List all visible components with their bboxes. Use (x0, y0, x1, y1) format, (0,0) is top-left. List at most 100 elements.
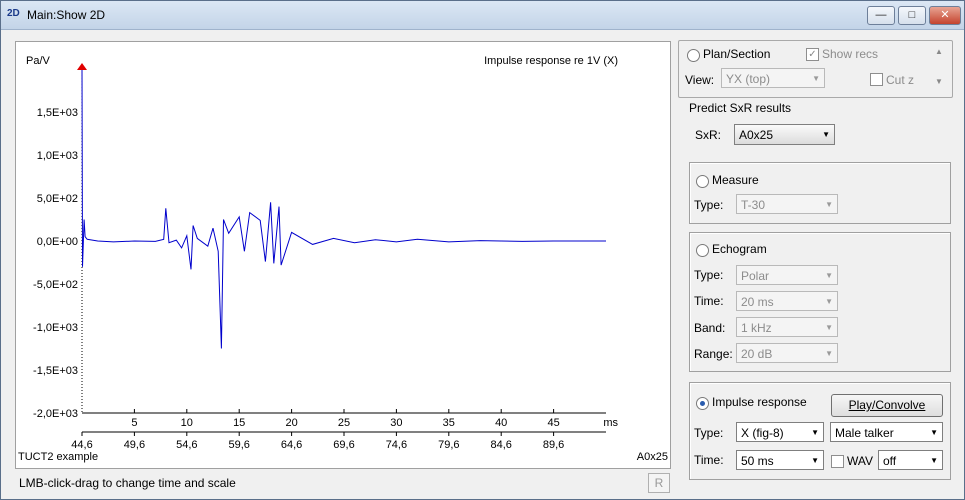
x-tick-label: 20 (285, 417, 297, 429)
status-hint: LMB-click-drag to change time and scale (19, 476, 236, 490)
echogram-group: Echogram Type: Polar ▼ Time: 20 ms ▼ Band:… (689, 232, 951, 372)
wav-select[interactable]: off ▼ (878, 450, 943, 470)
view-value: YX (top) (726, 72, 771, 86)
minimize-button[interactable]: — (867, 6, 895, 25)
x-secondary-tick-label: 74,6 (386, 439, 407, 451)
chevron-down-icon: ▼ (825, 271, 833, 280)
y-tick-label: 5,0E+02 (37, 193, 78, 205)
cut-z-label: Cut z (886, 73, 915, 87)
x-tick-label: 5 (131, 417, 137, 429)
impulse-response-radio[interactable] (696, 397, 709, 410)
ir-time-select[interactable]: 50 ms ▼ (736, 450, 824, 470)
y-tick-label: 0,0E+00 (37, 236, 78, 248)
x-tick-label: 45 (547, 417, 559, 429)
title-bar[interactable]: 2D Main:Show 2D — □ ✕ (1, 1, 964, 30)
play-convolve-button[interactable]: Play/Convolve (831, 394, 943, 417)
measure-label: Measure (712, 173, 759, 187)
echogram-label: Echogram (712, 242, 767, 256)
cut-z-checkbox[interactable] (870, 73, 883, 86)
sxr-label: SxR: (695, 128, 722, 142)
show-recs-checkbox[interactable]: ✓ (806, 48, 819, 61)
echo-type-value: Polar (741, 269, 770, 283)
x-secondary-tick-label: 69,6 (333, 439, 354, 451)
maximize-button[interactable]: □ (898, 6, 926, 25)
ir-time-value: 50 ms (741, 454, 774, 468)
view-label: View: (685, 73, 715, 87)
scroll-down-icon[interactable]: ▼ (931, 77, 947, 86)
measure-type-value: T-30 (741, 198, 766, 212)
chevron-down-icon: ▼ (825, 200, 833, 209)
chevron-down-icon: ▼ (822, 130, 830, 139)
chevron-down-icon: ▼ (930, 456, 938, 465)
ir-type-value: X (fig-8) (741, 426, 784, 440)
y-tick-label: 1,0E+03 (37, 150, 78, 162)
x-secondary-tick-label: 54,6 (176, 439, 197, 451)
x-tick-label: 15 (233, 417, 245, 429)
sxr-value: A0x25 (739, 128, 774, 142)
wav-checkbox[interactable] (831, 455, 844, 468)
y-tick-label: -1,0E+03 (33, 322, 78, 334)
plan-section-radio[interactable] (687, 49, 700, 62)
talker-select[interactable]: Male talker ▼ (830, 422, 943, 442)
plan-section-group: Plan/Section ✓ Show recs View: YX (top) ▼… (678, 40, 953, 98)
reset-button[interactable]: R (648, 473, 670, 493)
chevron-down-icon: ▼ (825, 349, 833, 358)
echo-type-label: Type: (694, 268, 724, 282)
echo-type-select[interactable]: Polar ▼ (736, 265, 838, 285)
app-icon: 2D (7, 8, 20, 19)
chevron-down-icon: ▼ (811, 428, 819, 437)
play-convolve-label: Play/Convolve (848, 398, 926, 412)
chart-title: Impulse response re 1V (X) (484, 55, 618, 67)
talker-value: Male talker (835, 426, 894, 440)
x-secondary-tick-label: 84,6 (490, 439, 511, 451)
show-recs-label: Show recs (822, 47, 879, 61)
y-tick-label: 1,5E+03 (37, 107, 78, 119)
chevron-down-icon: ▼ (930, 428, 938, 437)
measure-radio[interactable] (696, 175, 709, 188)
plan-section-label: Plan/Section (703, 47, 771, 61)
measure-group: Measure Type: T-30 ▼ (689, 162, 951, 224)
sxr-select[interactable]: A0x25 ▼ (734, 124, 835, 145)
series-trace (81, 68, 606, 349)
echo-band-select[interactable]: 1 kHz ▼ (736, 317, 838, 337)
x-unit-label: ms (603, 417, 618, 429)
y-axis-label: Pa/V (26, 55, 50, 67)
time-marker-icon[interactable] (77, 63, 87, 70)
echo-time-select[interactable]: 20 ms ▼ (736, 291, 838, 311)
plot-area[interactable]: 1,5E+03 1,0E+03 5,0E+02 0,0E+00 -5,0E+02 -1,0… (15, 41, 671, 469)
impulse-response-chart[interactable]: 1,5E+03 1,0E+03 5,0E+02 0,0E+00 -5,0E+02 -1,0… (16, 42, 670, 468)
project-name: TUCT2 example (18, 451, 99, 463)
y-tick-label: -2,0E+03 (33, 408, 78, 420)
ir-type-select[interactable]: X (fig-8) ▼ (736, 422, 824, 442)
wav-value: off (883, 454, 897, 468)
main-window: 2D Main:Show 2D — □ ✕ 1,5E+03 1,0E+03 5,0E… (0, 0, 965, 500)
echogram-radio[interactable] (696, 244, 709, 257)
x-tick-label: 30 (390, 417, 402, 429)
x-secondary-tick-label: 49,6 (124, 439, 145, 451)
window-title: Main:Show 2D (27, 8, 106, 22)
x-tick-label: 40 (495, 417, 507, 429)
measure-type-select[interactable]: T-30 ▼ (736, 194, 838, 214)
close-button[interactable]: ✕ (929, 6, 961, 25)
impulse-response-label: Impulse response (712, 395, 807, 409)
scroll-up-icon[interactable]: ▲ (931, 47, 947, 56)
chevron-down-icon: ▼ (812, 74, 820, 83)
x-secondary-tick-label: 64,6 (281, 439, 302, 451)
ir-time-label: Time: (694, 453, 724, 467)
chevron-down-icon: ▼ (825, 323, 833, 332)
x-secondary-tick-label: 59,6 (228, 439, 249, 451)
x-tick-label: 35 (443, 417, 455, 429)
receiver-name: A0x25 (636, 451, 668, 463)
echo-range-value: 20 dB (741, 347, 773, 361)
minimize-icon: — (875, 9, 887, 21)
x-tick-label: 10 (181, 417, 193, 429)
view-select[interactable]: YX (top) ▼ (721, 68, 825, 88)
x-secondary-tick-label: 79,6 (438, 439, 459, 451)
ir-type-label: Type: (694, 426, 724, 440)
echo-range-label: Range: (694, 347, 733, 361)
x-tick-label: 25 (338, 417, 350, 429)
echo-range-select[interactable]: 20 dB ▼ (736, 343, 838, 363)
wav-label: WAV (847, 454, 873, 468)
maximize-icon: □ (908, 9, 916, 21)
echo-time-label: Time: (694, 294, 724, 308)
